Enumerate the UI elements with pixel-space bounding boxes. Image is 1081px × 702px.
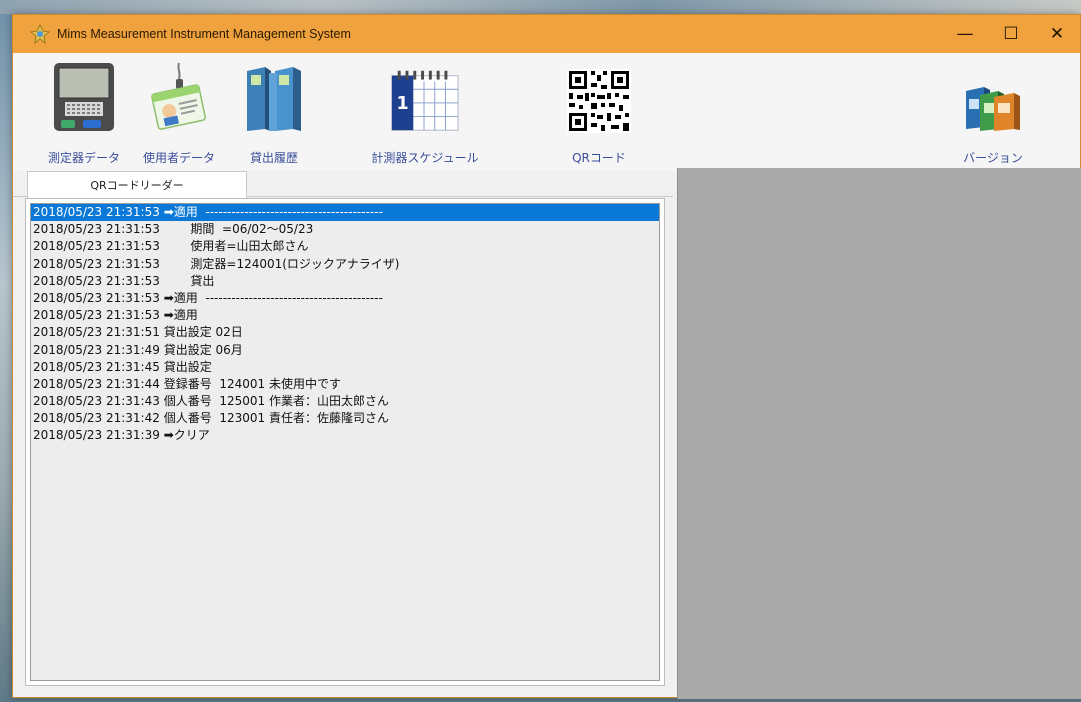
toolbar: 測定器データ 使用者データ 貸出履歴 1 計測器スケジュール QRコード バージ… bbox=[13, 53, 1080, 173]
schedule-label: 計測器スケジュール bbox=[371, 151, 479, 165]
log-line[interactable]: 2018/05/23 21:31:53 ➡適用 ----------------… bbox=[31, 290, 659, 307]
app-window: Mims Measurement Instrument Management S… bbox=[12, 14, 1081, 699]
log-line[interactable]: 2018/05/23 21:31:53 測定器=124001(ロジックアナライザ… bbox=[31, 256, 659, 273]
qr-code-button[interactable]: QRコード bbox=[544, 59, 654, 169]
log-line[interactable]: 2018/05/23 21:31:42 個人番号 123001 責任者：佐藤隆司… bbox=[31, 410, 659, 427]
handheld-terminal-icon bbox=[47, 59, 121, 133]
qr-code-label: QRコード bbox=[572, 151, 626, 165]
svg-text:1: 1 bbox=[397, 94, 409, 114]
log-line[interactable]: 2018/05/23 21:31:53 ➡適用 bbox=[31, 307, 659, 324]
binders-icon bbox=[237, 59, 311, 133]
app-icon bbox=[29, 23, 51, 45]
log-line[interactable]: 2018/05/23 21:31:53 使用者=山田太郎さん bbox=[31, 238, 659, 255]
tab-content-panel: 2018/05/23 21:31:53 ➡適用 ----------------… bbox=[25, 198, 665, 686]
desktop-background bbox=[0, 0, 1081, 14]
software-boxes-icon bbox=[956, 59, 1030, 133]
version-label: バージョン bbox=[963, 151, 1023, 165]
log-line[interactable]: 2018/05/23 21:31:53 ➡適用 ----------------… bbox=[31, 204, 659, 222]
log-line[interactable]: 2018/05/23 21:31:45 貸出設定 bbox=[31, 359, 659, 376]
schedule-button[interactable]: 1 計測器スケジュール bbox=[370, 59, 480, 169]
tab-bar: QRコードリーダー bbox=[13, 171, 673, 198]
log-listbox[interactable]: 2018/05/23 21:31:53 ➡適用 ----------------… bbox=[30, 203, 660, 681]
log-line[interactable]: 2018/05/23 21:31:44 登録番号 124001 未使用中です bbox=[31, 376, 659, 393]
maximize-icon: ☐ bbox=[1003, 24, 1019, 44]
log-line[interactable]: 2018/05/23 21:31:39 ➡クリア bbox=[31, 427, 659, 444]
loan-history-button[interactable]: 貸出履歴 bbox=[219, 59, 329, 169]
preview-panel bbox=[677, 168, 1081, 699]
log-line[interactable]: 2018/05/23 21:31:53 貸出 bbox=[31, 273, 659, 290]
user-data-button[interactable]: 使用者データ bbox=[124, 59, 234, 169]
calendar-icon: 1 bbox=[388, 59, 462, 133]
loan-history-label: 貸出履歴 bbox=[249, 151, 298, 165]
log-line[interactable]: 2018/05/23 21:31:43 個人番号 125001 作業者：山田太郎… bbox=[31, 393, 659, 410]
minimize-button[interactable]: — bbox=[942, 15, 988, 53]
minimize-icon: — bbox=[956, 24, 974, 44]
title-bar[interactable]: Mims Measurement Instrument Management S… bbox=[13, 15, 1080, 53]
qr-code-icon bbox=[562, 59, 636, 133]
log-line[interactable]: 2018/05/23 21:31:51 貸出設定 02日 bbox=[31, 324, 659, 341]
log-line[interactable]: 2018/05/23 21:31:53 期間 =06/02～05/23 bbox=[31, 221, 659, 238]
instrument-data-button[interactable]: 測定器データ bbox=[29, 59, 139, 169]
window-title: Mims Measurement Instrument Management S… bbox=[57, 27, 351, 41]
log-line[interactable]: 2018/05/23 21:31:49 貸出設定 06月 bbox=[31, 342, 659, 359]
tab-qr-code-reader[interactable]: QRコードリーダー bbox=[27, 171, 247, 198]
user-data-label: 使用者データ bbox=[142, 151, 215, 165]
instrument-data-label: 測定器データ bbox=[47, 151, 120, 165]
version-button[interactable]: バージョン bbox=[938, 59, 1048, 169]
maximize-button[interactable]: ☐ bbox=[988, 15, 1034, 53]
close-icon: ✕ bbox=[1049, 24, 1065, 44]
id-badge-icon bbox=[142, 59, 216, 133]
close-button[interactable]: ✕ bbox=[1034, 15, 1080, 53]
